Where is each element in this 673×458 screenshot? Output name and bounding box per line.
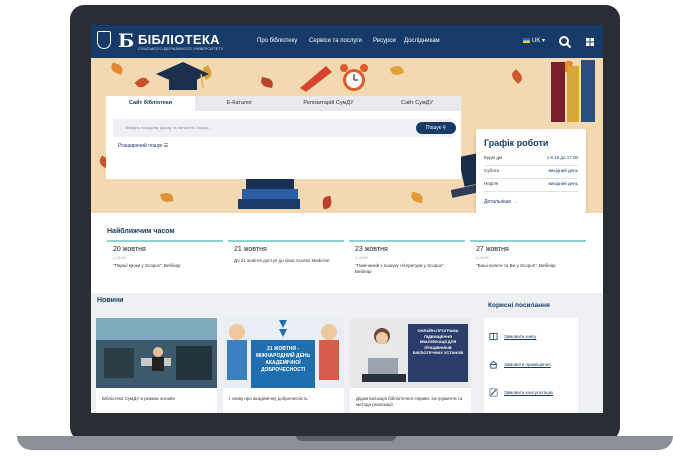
tab-e-catalog[interactable]: Е-Каталог [195,96,284,111]
advanced-search-label: Розширений пошук [118,143,163,149]
language-selector[interactable]: UK ▾ [523,37,545,44]
event-date: 27 жовтня [476,246,509,253]
event-date: 23 жовтня [355,246,388,253]
menu-icon[interactable] [582,34,598,50]
event-card[interactable]: 21 жовтня До 21 жовтня доступ до бази Ac… [228,240,344,288]
logo-subtitle: СУМСЬКОГО ДЕРЖАВНОГО УНІВЕРСИТЕТУ [138,46,224,51]
schedule-row: Неділя вихідний день [484,178,578,192]
nav-about[interactable]: Про бібліотеку [257,38,297,44]
events-section: Найближчим часом 20 жовтня ◷ 11:00 "Перш… [91,213,603,293]
event-time-value: 11:00 [117,256,126,260]
room-icon [489,360,498,369]
laptop-notch [296,436,396,441]
link-order-consultation[interactable]: Замовити консультацію [504,390,553,395]
integrity-day-banner-text: 21 ЖОВТНЯ - МІЖНАРОДНИЙ ДЕНЬ АКАДЕМІЧНОЇ… [255,346,311,373]
nav-researchers[interactable]: Дослідникам [404,38,440,44]
event-date: 20 жовтня [113,246,146,253]
event-text: "Перші кроки у Scopus". Вебінар [113,263,181,268]
schedule-day: Субота [484,168,500,173]
university-emblem-icon [97,31,111,49]
event-card[interactable]: 20 жовтня ◷ 11:00 "Перші кроки у Scopus"… [107,240,223,288]
schedule-hours: вихідний день [548,168,578,173]
schedule-card: Графік роботи Будні дні з 8.15 до 17.00 … [476,129,586,213]
leaf-icon [109,62,125,75]
language-label: UK [532,38,541,44]
search-tabs: Сайт бібліотеки Е-Каталог Репозитарій Су… [106,96,461,111]
tab-university-site[interactable]: Сайт СумДУ [373,96,461,111]
hero-banner: Сайт бібліотеки Е-Каталог Репозитарій Су… [91,58,603,213]
link-order-room[interactable]: Замовити приміщення [504,362,551,367]
tab-repository[interactable]: Репозитарій СумДУ [284,96,373,111]
search-button[interactable]: Пошук ⚲ [416,122,456,134]
news-title: Новини [97,297,124,304]
leaf-icon [410,191,424,204]
books-pile-icon [238,179,300,209]
library-photo-image [96,318,217,388]
news-card[interactable]: ОНЛАЙН-ПРОГРАМА ПІДВИЩЕННЯ КВАЛІФІКАЦІЇ … [350,318,471,413]
flag-icon [523,37,530,43]
search-box: Введіть пошукову фразу та натисніть Пошу… [106,111,461,179]
event-time: ◷ 11:00 [476,256,489,260]
schedule-hours: вихідний день [548,181,578,186]
book-icon [489,332,498,341]
useful-links-title: Корисні посилання [488,302,550,309]
news-card[interactable]: 21 ЖОВТНЯ - МІЖНАРОДНИЙ ДЕНЬ АКАДЕМІЧНОЇ… [223,318,344,413]
news-caption: Бібліотека СумДУ в режимі онлайн [102,396,176,401]
event-date: 21 жовтня [234,246,267,253]
leaf-icon [321,195,333,210]
search-button-label: Пошук [425,125,441,131]
link-order-book[interactable]: Замовити книгу [504,334,536,339]
leaf-icon [160,192,174,203]
schedule-row: Будні дні з 8.15 до 17.00 [484,152,578,166]
schedule-day: Неділя [484,181,499,186]
leaf-icon [509,69,525,84]
event-time-value: 11:00 [480,256,489,260]
event-text: До 21 жовтня доступ до бази Access Medic… [234,258,330,263]
event-card[interactable]: 27 жовтня ◷ 11:00 "Ваші колеги та Ви у S… [470,240,586,288]
leaf-icon [389,64,405,77]
event-time: ◷ 11:00 [355,256,368,260]
leaf-icon [134,75,150,90]
search-placeholder: Введіть пошукову фразу та натисніть Пошу… [126,125,212,130]
screen: Б БІБЛІОТЕКА СУМСЬКОГО ДЕРЖАВНОГО УНІВЕР… [91,25,603,413]
search-icon[interactable] [557,34,573,50]
tab-library-site[interactable]: Сайт бібліотеки [106,96,195,111]
pencil-icon [298,66,332,92]
leaf-icon [260,77,274,88]
logo-letter: Б [118,30,135,52]
schedule-hours: з 8.15 до 17.00 [547,155,578,160]
nav-services[interactable]: Сервіси та послуги [309,38,362,44]
books-stack-icon [551,60,595,122]
news-caption: І знову про академічну доброчесність [229,396,308,401]
graduation-cap-icon [156,62,209,90]
schedule-day: Будні дні [484,155,503,160]
pen-icon [489,388,498,397]
logo-title[interactable]: БІБЛІОТЕКА [138,32,220,47]
events-title: Найближчим часом [107,228,175,235]
news-section: Новини Бібліотека СумДУ в режимі онлайн [91,293,603,413]
news-caption: Діджиталізація бібліотечної справи: інст… [356,396,463,407]
useful-links-panel: Замовити книгу Замовити приміщення Замов… [484,318,578,413]
news-card[interactable]: Бібліотека СумДУ в режимі онлайн [96,318,217,413]
event-card[interactable]: 23 жовтня ◷ 11:00 "Помічників з пошуку л… [349,240,465,288]
site-header: Б БІБЛІОТЕКА СУМСЬКОГО ДЕРЖАВНОГО УНІВЕР… [91,25,603,58]
event-time-value: 11:00 [359,256,368,260]
online-course-banner-text: ОНЛАЙН-ПРОГРАМА ПІДВИЩЕННЯ КВАЛІФІКАЦІЇ … [412,328,464,355]
alarm-clock-icon [340,64,368,91]
advanced-search-link[interactable]: Розширений пошук ☰ [118,143,168,149]
nav-resources[interactable]: Ресурси [373,38,396,44]
event-text: "Помічників з пошуку літератури у Scopus… [355,263,445,274]
event-text: "Ваші колеги та Ви у Scopus". Вебінар [476,263,556,268]
schedule-more-link[interactable]: Детальніше → [484,199,518,205]
schedule-title: Графік роботи [484,138,549,148]
schedule-row: Субота вихідний день [484,165,578,179]
event-time: ◷ 11:00 [113,256,126,260]
